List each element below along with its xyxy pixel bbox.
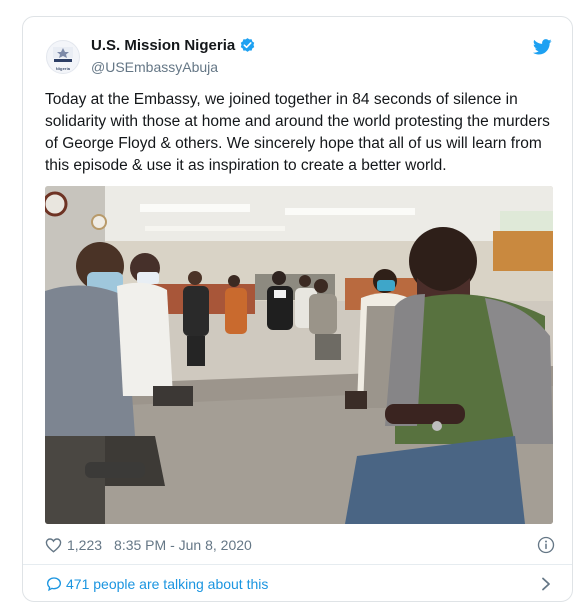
tweet-timestamp[interactable]: 8:35 PM - Jun 8, 2020 <box>114 537 252 553</box>
conversation-count[interactable]: 471 people are talking about this <box>66 576 268 592</box>
tweet-text: Today at the Embassy, we joined together… <box>45 91 550 174</box>
chevron-right-icon[interactable] <box>540 577 552 591</box>
info-icon[interactable] <box>537 536 555 554</box>
tweet-card[interactable]: Nigeria U.S. Mission Nigeria @USEmbassyA… <box>22 16 573 602</box>
tweet-body[interactable]: Nigeria U.S. Mission Nigeria @USEmbassyA… <box>23 17 572 563</box>
avatar-seal-text: Nigeria <box>55 65 71 71</box>
heart-icon[interactable] <box>45 537 62 553</box>
conversation-link[interactable]: 471 people are talking about this <box>23 564 572 602</box>
verified-badge-icon <box>239 37 256 54</box>
tweet-photo[interactable] <box>45 186 553 524</box>
like-count[interactable]: 1,223 <box>67 537 102 553</box>
avatar[interactable]: Nigeria <box>46 40 80 74</box>
display-name[interactable]: U.S. Mission Nigeria <box>91 37 235 54</box>
author-handle[interactable]: @USEmbassyAbuja <box>91 59 218 75</box>
twitter-bird-icon[interactable] <box>533 39 552 55</box>
tweet-meta: 1,223 8:35 PM - Jun 8, 2020 <box>45 535 555 555</box>
author-name-row[interactable]: U.S. Mission Nigeria <box>91 37 256 54</box>
speech-bubble-icon <box>46 576 62 592</box>
us-embassy-seal-icon <box>53 46 73 62</box>
